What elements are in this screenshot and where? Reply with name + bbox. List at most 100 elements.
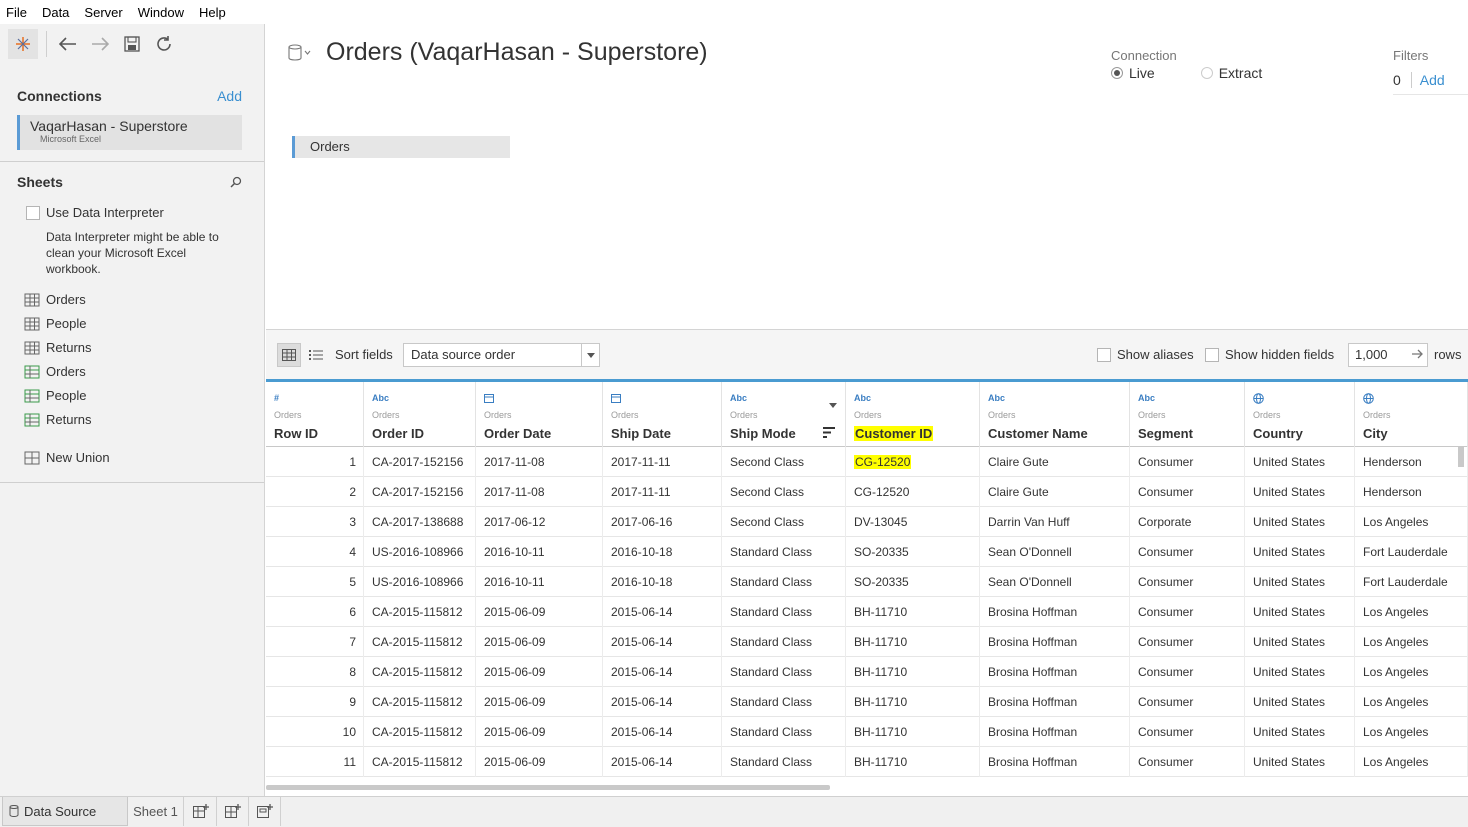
table-cell-ship-mode[interactable]: Standard Class (722, 717, 846, 747)
calendar-icon[interactable] (484, 393, 494, 405)
table-cell-customer-id[interactable]: BH-11710 (846, 597, 980, 627)
table-cell-city[interactable]: Los Angeles (1355, 747, 1468, 777)
menu-data[interactable]: Data (42, 5, 69, 20)
table-cell-ship-date[interactable]: 2015-06-14 (603, 597, 722, 627)
show-hidden-option[interactable]: Show hidden fields (1205, 347, 1334, 362)
table-cell-order-date[interactable]: 2017-11-08 (476, 477, 603, 507)
column-header-customer-name[interactable]: Abc Orders Customer Name (980, 382, 1130, 447)
list-view-button[interactable] (304, 343, 328, 367)
table-cell-ship-mode[interactable]: Second Class (722, 447, 846, 477)
add-filter-link[interactable]: Add (1420, 72, 1445, 88)
sheet-item-returns[interactable]: Returns (24, 340, 92, 355)
table-cell-segment[interactable]: Consumer (1130, 567, 1245, 597)
table-cell-customer-id[interactable]: BH-11710 (846, 717, 980, 747)
table-cell-customer-id[interactable]: BH-11710 (846, 747, 980, 777)
extract-radio[interactable] (1200, 67, 1213, 79)
show-hidden-checkbox[interactable] (1205, 347, 1219, 362)
column-header-ship-date[interactable]: Orders Ship Date (603, 382, 722, 447)
redo-button[interactable] (85, 29, 115, 59)
table-cell-customer-name[interactable]: Brosina Hoffman (980, 597, 1130, 627)
data-interpreter-option[interactable]: Use Data Interpreter (26, 205, 164, 220)
table-cell-customer-name[interactable]: Claire Gute (980, 447, 1130, 477)
table-cell-customer-id[interactable]: CG-12520 (846, 477, 980, 507)
table-cell-city[interactable]: Fort Lauderdale (1355, 537, 1468, 567)
new-dashboard-button[interactable] (217, 797, 249, 826)
new-worksheet-button[interactable] (185, 797, 217, 826)
table-cell-customer-id[interactable]: SO-20335 (846, 537, 980, 567)
table-cell-row-id[interactable]: 6 (266, 597, 364, 627)
table-cell-country[interactable]: United States (1245, 627, 1355, 657)
table-cell-row-id[interactable]: 3 (266, 507, 364, 537)
arrow-right-icon[interactable] (1412, 344, 1424, 366)
datasource-icon[interactable] (288, 44, 312, 62)
menu-file[interactable]: File (6, 5, 27, 20)
table-cell-customer-id[interactable]: BH-11710 (846, 687, 980, 717)
save-button[interactable] (117, 29, 147, 59)
table-cell-segment[interactable]: Consumer (1130, 687, 1245, 717)
table-cell-order-date[interactable]: 2015-06-09 (476, 747, 603, 777)
table-cell-ship-date[interactable]: 2016-10-18 (603, 537, 722, 567)
table-cell-order-date[interactable]: 2016-10-11 (476, 537, 603, 567)
table-cell-city[interactable]: Los Angeles (1355, 627, 1468, 657)
table-cell-customer-name[interactable]: Brosina Hoffman (980, 687, 1130, 717)
menu-help[interactable]: Help (199, 5, 226, 20)
table-cell-order-id[interactable]: CA-2015-115812 (364, 597, 476, 627)
table-cell-customer-name[interactable]: Sean O'Donnell (980, 537, 1130, 567)
table-cell-ship-mode[interactable]: Standard Class (722, 687, 846, 717)
table-cell-customer-name[interactable]: Brosina Hoffman (980, 717, 1130, 747)
table-cell-order-id[interactable]: CA-2015-115812 (364, 747, 476, 777)
table-cell-order-date[interactable]: 2015-06-09 (476, 657, 603, 687)
column-header-ship-mode[interactable]: Abc Orders Ship Mode (722, 382, 846, 447)
calendar-icon[interactable] (611, 393, 621, 405)
live-radio[interactable] (1111, 67, 1123, 79)
column-header-segment[interactable]: Abc Orders Segment (1130, 382, 1245, 447)
table-cell-segment[interactable]: Consumer (1130, 657, 1245, 687)
table-cell-customer-id[interactable]: BH-11710 (846, 627, 980, 657)
table-cell-customer-name[interactable]: Claire Gute (980, 477, 1130, 507)
table-cell-ship-date[interactable]: 2015-06-14 (603, 717, 722, 747)
table-cell-ship-mode[interactable]: Second Class (722, 477, 846, 507)
table-cell-ship-date[interactable]: 2017-06-16 (603, 507, 722, 537)
table-cell-city[interactable]: Fort Lauderdale (1355, 567, 1468, 597)
table-cell-order-date[interactable]: 2017-06-12 (476, 507, 603, 537)
table-cell-customer-name[interactable]: Sean O'Donnell (980, 567, 1130, 597)
table-cell-segment[interactable]: Consumer (1130, 447, 1245, 477)
table-cell-city[interactable]: Henderson (1355, 477, 1468, 507)
table-cell-country[interactable]: United States (1245, 657, 1355, 687)
table-cell-city[interactable]: Los Angeles (1355, 597, 1468, 627)
table-cell-ship-mode[interactable]: Standard Class (722, 747, 846, 777)
table-cell-order-date[interactable]: 2015-06-09 (476, 597, 603, 627)
table-cell-customer-id[interactable]: DV-13045 (846, 507, 980, 537)
table-cell-customer-id[interactable]: SO-20335 (846, 567, 980, 597)
table-cell-row-id[interactable]: 1 (266, 447, 364, 477)
table-chip-orders[interactable]: Orders (292, 136, 510, 158)
column-header-country[interactable]: Orders Country (1245, 382, 1355, 447)
rows-input[interactable]: 1,000 (1348, 343, 1428, 367)
page-title[interactable]: Orders (VaqarHasan - Superstore) (326, 38, 708, 67)
table-cell-order-id[interactable]: CA-2015-115812 (364, 627, 476, 657)
table-cell-order-id[interactable]: US-2016-108966 (364, 567, 476, 597)
table-cell-country[interactable]: United States (1245, 477, 1355, 507)
search-icon[interactable] (230, 176, 242, 188)
table-cell-row-id[interactable]: 2 (266, 477, 364, 507)
table-cell-ship-date[interactable]: 2017-11-11 (603, 477, 722, 507)
column-header-order-date[interactable]: Orders Order Date (476, 382, 603, 447)
table-cell-segment[interactable]: Consumer (1130, 717, 1245, 747)
table-cell-order-id[interactable]: CA-2015-115812 (364, 717, 476, 747)
new-union-item[interactable]: New Union (24, 450, 110, 465)
table-cell-customer-id[interactable]: CG-12520 (846, 447, 980, 477)
column-name[interactable]: Order Date (484, 426, 551, 441)
table-cell-segment[interactable]: Consumer (1130, 597, 1245, 627)
table-cell-row-id[interactable]: 5 (266, 567, 364, 597)
tableau-logo-button[interactable] (8, 29, 38, 59)
table-cell-ship-mode[interactable]: Second Class (722, 507, 846, 537)
new-story-button[interactable] (249, 797, 281, 826)
table-cell-customer-name[interactable]: Darrin Van Huff (980, 507, 1130, 537)
column-name[interactable]: City (1363, 426, 1388, 441)
table-cell-city[interactable]: Los Angeles (1355, 687, 1468, 717)
table-cell-city[interactable]: Henderson (1355, 447, 1468, 477)
string-type-icon[interactable]: Abc (854, 393, 871, 403)
column-name[interactable]: Country (1253, 426, 1303, 441)
table-cell-order-id[interactable]: US-2016-108966 (364, 537, 476, 567)
column-name[interactable]: Ship Mode (730, 426, 796, 441)
